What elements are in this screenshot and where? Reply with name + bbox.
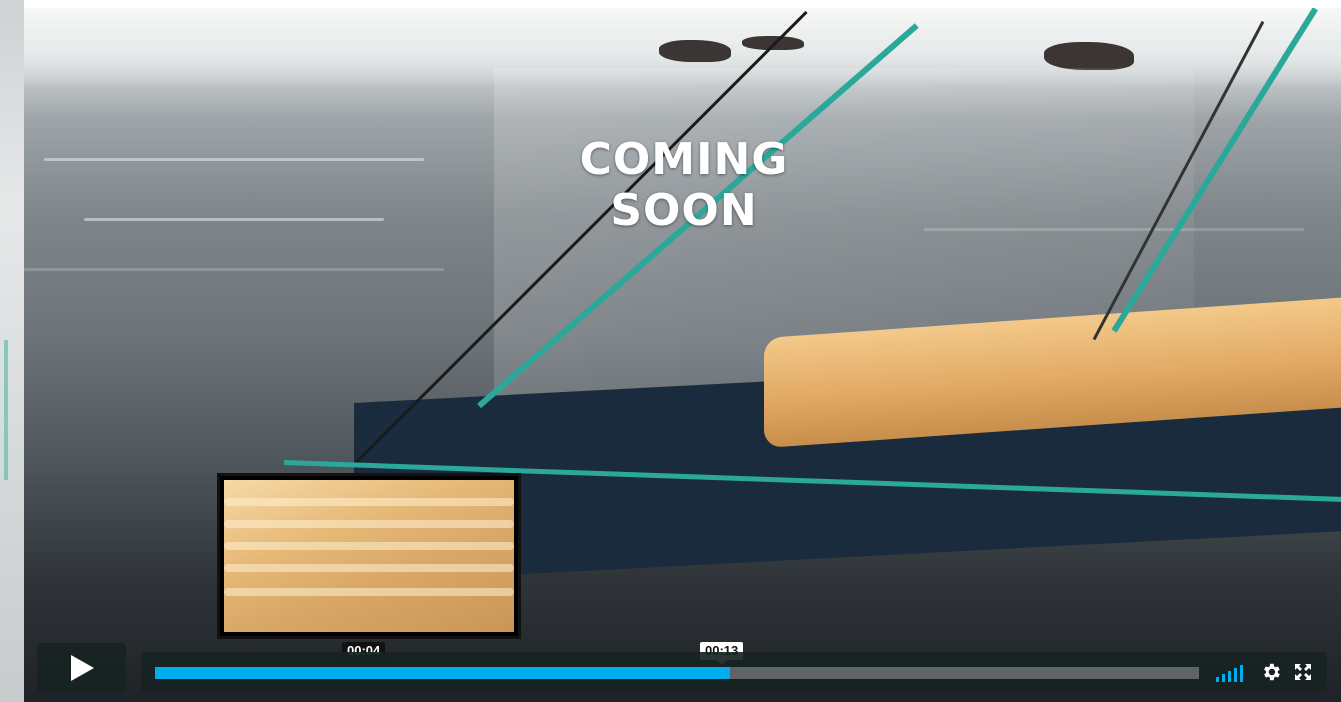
progress-played [155,667,731,679]
seek-preview-thumbnail [217,473,521,639]
mat-rib [224,498,514,506]
wave [84,218,384,221]
wave [24,268,444,271]
rock [1044,42,1134,70]
control-bar [141,652,1327,692]
mat-rib [224,520,514,528]
play-button[interactable] [37,643,126,693]
previous-slide-edge [0,0,24,702]
volume-icon[interactable] [1216,664,1250,682]
wave [44,158,424,161]
mat-rib [224,542,514,550]
mat-rib [224,588,514,596]
page: COMING SOON 00:04 00:13 [0,0,1341,702]
rock [659,40,731,62]
mat-rib [224,564,514,572]
progress-track[interactable] [155,667,1199,679]
gear-icon[interactable] [1260,661,1282,683]
fullscreen-icon[interactable] [1293,662,1313,682]
coming-soon-title: COMING SOON [579,134,789,236]
preview-image [224,480,514,632]
play-icon [70,655,94,681]
